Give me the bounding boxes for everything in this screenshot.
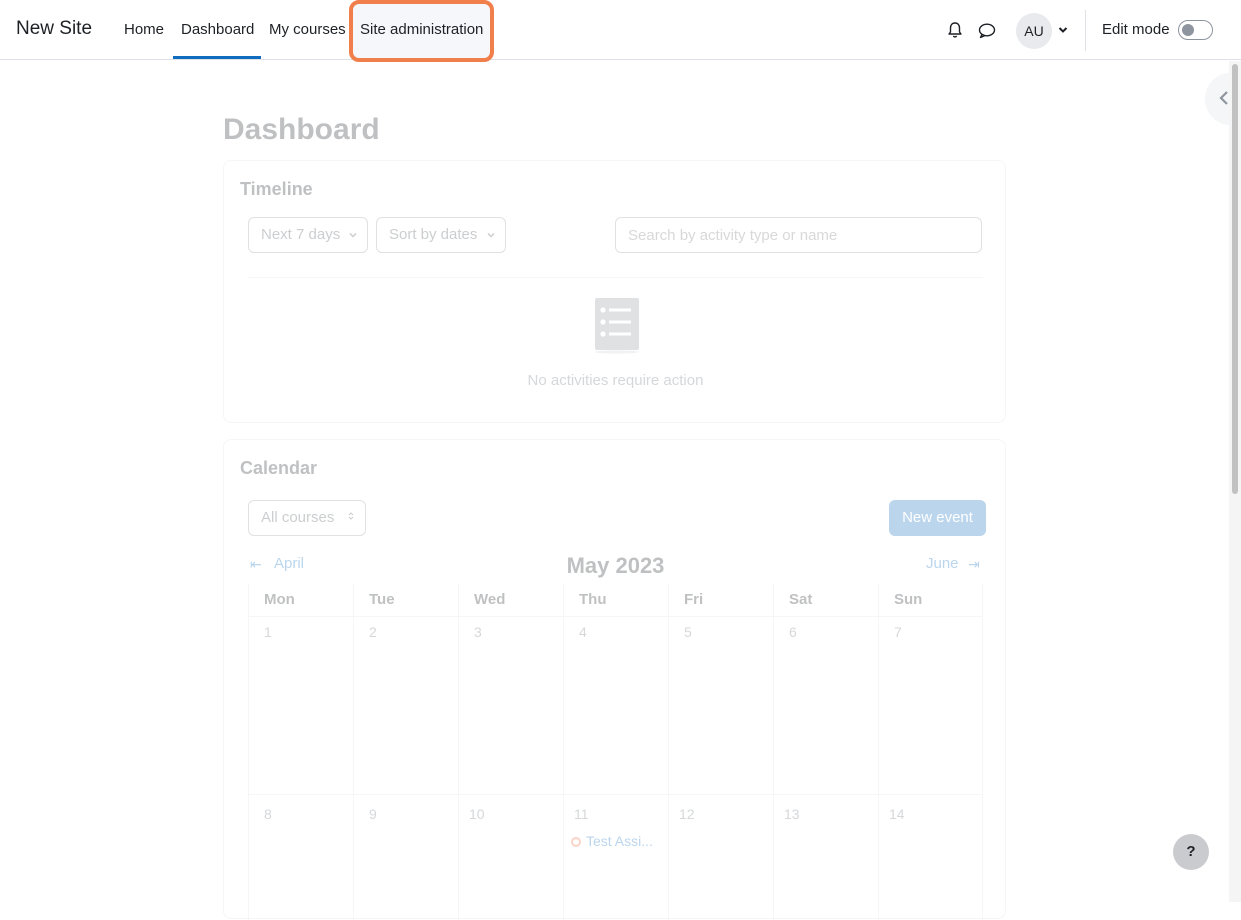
day-number[interactable]: 14 bbox=[889, 806, 905, 822]
chat-icon[interactable] bbox=[978, 22, 996, 39]
chevron-down-icon bbox=[487, 232, 495, 238]
day-number[interactable]: 2 bbox=[369, 624, 377, 640]
day-name-sat: Sat bbox=[789, 591, 813, 608]
day-name-tue: Tue bbox=[369, 591, 395, 608]
day-number[interactable]: 4 bbox=[579, 624, 587, 640]
day-number[interactable]: 1 bbox=[264, 624, 272, 640]
day-name-wed: Wed bbox=[474, 591, 506, 608]
calendar-event-link[interactable]: Test Assi... bbox=[586, 833, 653, 849]
course-filter-label: All courses bbox=[261, 509, 335, 526]
edit-mode-toggle[interactable] bbox=[1178, 20, 1213, 40]
grid-line bbox=[668, 584, 669, 920]
day-number[interactable]: 10 bbox=[469, 806, 485, 822]
grid-line bbox=[353, 584, 354, 920]
updown-caret-icon bbox=[348, 512, 354, 520]
day-name-thu: Thu bbox=[579, 591, 607, 608]
calendar-block: Calendar All courses New event ⇤ April M… bbox=[223, 439, 1006, 920]
day-number[interactable]: 5 bbox=[684, 624, 692, 640]
timeline-title: Timeline bbox=[240, 179, 313, 199]
nav-dashboard[interactable]: Dashboard bbox=[181, 21, 254, 38]
day-number[interactable]: 7 bbox=[894, 624, 902, 640]
day-name-mon: Mon bbox=[264, 591, 295, 608]
event-status-icon bbox=[571, 837, 581, 847]
timeline-search-input[interactable] bbox=[615, 217, 982, 253]
month-title: May 2023 bbox=[566, 553, 665, 578]
next-month-link[interactable]: June bbox=[926, 555, 959, 572]
chevron-down-icon[interactable] bbox=[1058, 25, 1068, 35]
empty-activities-icon bbox=[595, 298, 639, 354]
edit-mode-label: Edit mode bbox=[1102, 21, 1170, 38]
day-number[interactable]: 11 bbox=[574, 806, 589, 822]
timeline-filter-label: Next 7 days bbox=[261, 226, 341, 243]
scrollbar-thumb[interactable] bbox=[1232, 64, 1238, 494]
navbar-divider bbox=[1085, 10, 1086, 51]
grid-line bbox=[458, 584, 459, 920]
day-number[interactable]: 8 bbox=[264, 806, 272, 822]
nav-home[interactable]: Home bbox=[124, 21, 164, 38]
day-number[interactable]: 3 bbox=[474, 624, 482, 640]
grid-line bbox=[773, 584, 774, 920]
timeline-filter-dropdown[interactable]: Next 7 days bbox=[248, 217, 368, 253]
site-brand[interactable]: New Site bbox=[16, 18, 92, 40]
day-number[interactable]: 12 bbox=[679, 806, 695, 822]
nav-site-administration[interactable]: Site administration bbox=[360, 21, 483, 38]
timeline-sort-dropdown[interactable]: Sort by dates bbox=[376, 217, 506, 253]
help-button[interactable]: ? bbox=[1173, 834, 1209, 870]
page-title: Dashboard bbox=[223, 113, 380, 146]
toggle-knob bbox=[1182, 24, 1194, 36]
day-number[interactable]: 9 bbox=[369, 806, 377, 822]
calendar-title: Calendar bbox=[240, 458, 318, 478]
day-number[interactable]: 6 bbox=[789, 624, 797, 640]
avatar[interactable]: AU bbox=[1016, 13, 1052, 49]
timeline-divider bbox=[248, 277, 983, 278]
grid-line bbox=[982, 584, 983, 920]
arrow-right-icon: ⇥ bbox=[968, 556, 980, 572]
new-event-button[interactable]: New event bbox=[889, 500, 986, 536]
nav-my-courses[interactable]: My courses bbox=[269, 21, 346, 38]
timeline-block: Timeline Next 7 days Sort by dates No ac… bbox=[223, 160, 1006, 423]
grid-line bbox=[878, 584, 879, 920]
active-tab-indicator bbox=[173, 56, 261, 59]
course-filter-select[interactable]: All courses bbox=[248, 500, 366, 536]
chevron-down-icon bbox=[349, 232, 357, 238]
grid-line bbox=[248, 584, 249, 920]
top-navbar: New Site Home Dashboard My courses Site … bbox=[0, 0, 1241, 62]
grid-line bbox=[563, 584, 564, 920]
grid-line bbox=[248, 794, 983, 795]
timeline-sort-label: Sort by dates bbox=[389, 226, 478, 243]
bell-icon[interactable] bbox=[946, 21, 964, 39]
day-number[interactable]: 13 bbox=[784, 806, 800, 822]
day-name-sun: Sun bbox=[894, 591, 923, 608]
grid-line bbox=[248, 616, 983, 617]
day-name-fri: Fri bbox=[684, 591, 704, 608]
empty-state-text: No activities require action bbox=[527, 372, 704, 389]
